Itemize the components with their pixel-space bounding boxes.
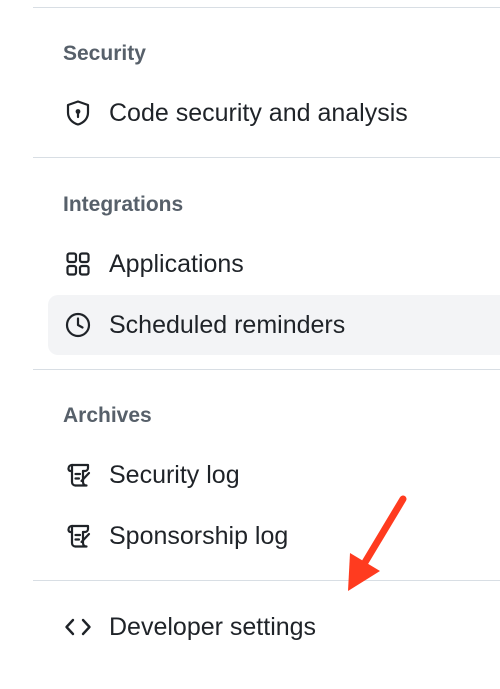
clock-icon — [63, 310, 93, 340]
sidebar-item-label: Security log — [109, 461, 240, 489]
sidebar-item-applications[interactable]: Applications — [48, 234, 500, 294]
apps-grid-icon — [63, 249, 93, 279]
code-icon — [63, 612, 93, 642]
section-heading-integrations: Integrations — [63, 193, 184, 216]
red-arrow-annotation — [348, 495, 407, 591]
sidebar-item-label: Scheduled reminders — [109, 311, 346, 339]
divider-integrations — [33, 369, 500, 370]
divider-top — [33, 7, 500, 8]
log-icon — [63, 460, 93, 490]
sidebar-item-label: Developer settings — [109, 613, 317, 641]
shield-lock-icon — [63, 98, 93, 128]
section-heading-security: Security — [63, 42, 146, 65]
sidebar-item-label: Applications — [109, 250, 244, 278]
sidebar-item-code-security-and-analysis[interactable]: Code security and analysis — [48, 83, 500, 143]
sidebar-item-developer-settings[interactable]: Developer settings — [48, 597, 500, 657]
section-heading-archives: Archives — [63, 404, 152, 427]
sidebar-item-scheduled-reminders[interactable]: Scheduled reminders — [48, 295, 500, 355]
divider-archives — [33, 580, 500, 581]
divider-security — [33, 157, 500, 158]
sidebar-item-label: Code security and analysis — [109, 99, 408, 127]
sidebar-item-sponsorship-log[interactable]: Sponsorship log — [48, 506, 500, 566]
sidebar-item-security-log[interactable]: Security log — [48, 445, 500, 505]
log-icon — [63, 521, 93, 551]
sidebar-item-label: Sponsorship log — [109, 522, 289, 550]
